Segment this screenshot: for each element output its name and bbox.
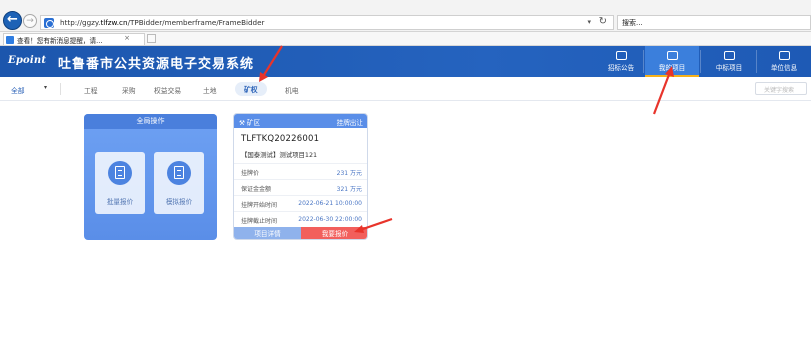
batch-quote-label: 批量报价 (106, 198, 134, 206)
detail-row-label: 挂牌开始时间 (241, 202, 278, 209)
project-card-header: ⚒ 矿区 挂牌出让 (234, 114, 367, 128)
nav-my-projects[interactable]: 我的项目 (645, 46, 699, 77)
page-favicon-icon (44, 18, 54, 28)
tab-engineering[interactable]: 工程 (84, 85, 98, 95)
tab-favicon-icon (6, 36, 14, 44)
address-dropdown-icon[interactable]: ▾ (587, 18, 591, 26)
new-tab-button[interactable] (147, 34, 156, 43)
tab-procurement[interactable]: 采购 (122, 85, 136, 95)
url-domain: tlfzw.cn (100, 18, 128, 27)
nav-divider (643, 50, 644, 73)
tab-mining-rights[interactable]: 矿权 (235, 82, 267, 96)
tab-land[interactable]: 土地 (203, 85, 217, 95)
browser-search-input[interactable]: 搜索... (617, 15, 811, 30)
epoint-logo: Epoint (8, 55, 47, 66)
keyword-search-input[interactable]: 关键字搜索 (755, 82, 807, 95)
building-icon (778, 51, 790, 60)
tab-equity-trading[interactable]: 权益交易 (154, 85, 181, 95)
tab-title: 查看！您有新消息提醒，请... (17, 37, 103, 45)
detail-row-value: 2022-06-21 10:00:00 (298, 200, 362, 207)
category-divider (60, 83, 61, 95)
megaphone-icon (615, 51, 627, 60)
nav-divider (700, 50, 701, 73)
detail-row: 保证金金额 321 万元 (234, 179, 367, 195)
browser-tabbar: 查看！您有新消息提醒，请... × (0, 32, 811, 46)
project-kind-label: 矿区 (246, 119, 261, 127)
folder-icon (723, 51, 735, 60)
forward-arrow-icon[interactable]: → (23, 14, 37, 28)
detail-row: 挂牌开始时间 2022-06-21 10:00:00 (234, 195, 367, 211)
batch-quote-icon (108, 161, 132, 185)
detail-row-value: 321 万元 (336, 186, 362, 193)
detail-row-label: 挂牌截止时间 (241, 218, 278, 225)
address-url: http://ggzy.tlfzw.cn/TPBidder/memberfram… (60, 18, 265, 27)
simulate-quote-button[interactable]: 模拟报价 (154, 152, 204, 214)
nav-label: 单位信息 (770, 64, 798, 72)
batch-quote-button[interactable]: 批量报价 (95, 152, 145, 214)
nav-label: 中标项目 (715, 64, 743, 72)
nav-company-info[interactable]: 单位信息 (757, 46, 811, 77)
detail-row-value: 2022-06-30 22:00:00 (298, 216, 362, 223)
keyword-search-placeholder: 关键字搜索 (764, 87, 795, 94)
url-path: /TPBidder/memberframe/FrameBidder (127, 18, 265, 27)
nav-won-projects[interactable]: 中标项目 (702, 46, 756, 77)
tab-close-icon[interactable]: × (124, 34, 130, 42)
site-header: Epoint 吐鲁番市公共资源电子交易系统 招标公告 我的项目 中标项目 单位信… (0, 46, 811, 77)
chevron-down-icon[interactable]: ▾ (44, 84, 47, 91)
browser-toolbar: ← → http://ggzy.tlfzw.cn/TPBidder/member… (0, 0, 811, 32)
browser-search-placeholder: 搜索... (622, 19, 643, 27)
url-prefix: http://ggzy. (60, 18, 101, 27)
project-details-button[interactable]: 项目详情 (234, 227, 301, 239)
simulate-quote-label: 模拟报价 (165, 198, 193, 206)
tab-electromechanical[interactable]: 机电 (285, 85, 299, 95)
detail-row-value: 231 万元 (336, 170, 362, 177)
global-operations-title: 全局操作 (84, 114, 217, 129)
site-title: 吐鲁番市公共资源电子交易系统 (58, 57, 255, 72)
project-name: 【国泰测试】测试项目121 (241, 151, 318, 159)
project-card: ⚒ 矿区 挂牌出让 TLFTKQ20226001 【国泰测试】测试项目121 挂牌… (233, 113, 368, 240)
nav-label: 我的项目 (658, 64, 686, 72)
global-operations-card: 全局操作 批量报价 模拟报价 (84, 114, 217, 240)
detail-row: 挂牌价 231 万元 (234, 163, 367, 179)
project-code: TLFTKQ20226001 (241, 134, 320, 144)
detail-row: 挂牌截止时间 2022-06-30 22:00:00 (234, 211, 367, 227)
mining-pick-icon: ⚒ (239, 119, 245, 127)
submit-quote-button[interactable]: 我要报价 (301, 227, 367, 239)
refresh-icon[interactable]: ↻ (599, 16, 607, 27)
nav-label: 招标公告 (607, 64, 635, 72)
simulate-quote-icon (167, 161, 191, 185)
category-all-select[interactable]: 全部 (11, 85, 25, 95)
back-arrow-icon[interactable]: ← (3, 11, 22, 30)
layers-icon (666, 51, 678, 60)
detail-row-label: 保证金金额 (241, 186, 272, 193)
project-kind: ⚒ 矿区 (239, 117, 260, 127)
address-bar[interactable]: http://ggzy.tlfzw.cn/TPBidder/memberfram… (40, 15, 614, 30)
nav-bid-announcement[interactable]: 招标公告 (594, 46, 648, 77)
detail-row-label: 挂牌价 (241, 170, 260, 177)
transfer-type-label: 挂牌出让 (336, 119, 363, 127)
browser-tab[interactable]: 查看！您有新消息提醒，请... × (3, 33, 145, 45)
category-bar: 全部 ▾ 工程 采购 权益交易 土地 矿权 机电 关键字搜索 (0, 77, 811, 101)
